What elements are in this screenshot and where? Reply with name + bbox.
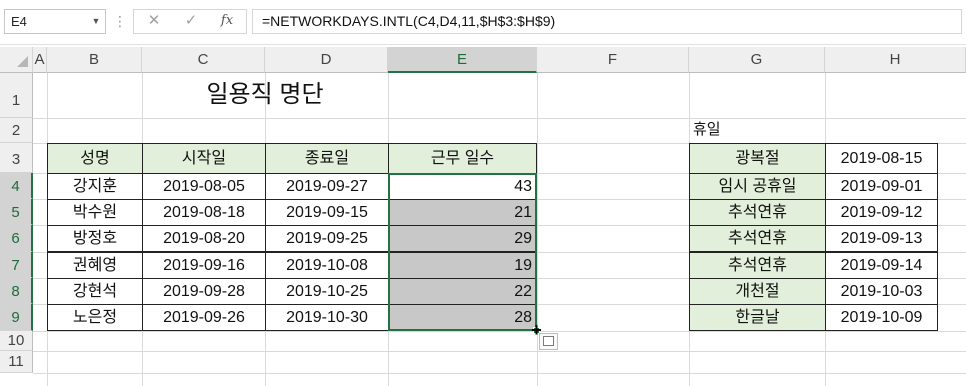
gridline xyxy=(33,331,966,332)
row-header-2[interactable]: 2 xyxy=(0,118,33,143)
holiday-date-cell[interactable]: 2019-09-12 xyxy=(825,199,938,226)
column-header-h[interactable]: H xyxy=(825,47,966,73)
cell-end[interactable]: 2019-10-30 xyxy=(265,304,389,331)
cell-end[interactable]: 2019-09-25 xyxy=(265,225,389,252)
column-header-a[interactable]: A xyxy=(33,47,47,73)
column-header-b[interactable]: B xyxy=(47,47,142,73)
row-header-6[interactable]: 6 xyxy=(0,225,33,252)
gridline xyxy=(33,118,966,119)
select-all-triangle-icon xyxy=(17,56,28,67)
sheet-title[interactable]: 일용직 명단 xyxy=(142,78,388,112)
gridline xyxy=(33,373,966,374)
cell-end[interactable]: 2019-09-15 xyxy=(265,199,389,226)
gridline xyxy=(33,351,966,352)
drag-handle-icon[interactable]: ⋮ xyxy=(113,12,127,32)
holiday-name-cell[interactable]: 추석연휴 xyxy=(689,225,826,252)
header-cell-name[interactable]: 성명 xyxy=(47,143,143,174)
column-header-g[interactable]: G xyxy=(689,47,825,73)
row-header-4[interactable]: 4 xyxy=(0,173,33,199)
holiday-date-cell[interactable]: 2019-09-01 xyxy=(825,173,938,200)
header-cell-end[interactable]: 종료일 xyxy=(265,143,389,174)
chevron-down-icon[interactable]: ▼ xyxy=(88,9,104,34)
cell-start[interactable]: 2019-09-16 xyxy=(142,252,266,279)
holiday-date-cell[interactable]: 2019-10-03 xyxy=(825,278,938,305)
cell-start[interactable]: 2019-09-26 xyxy=(142,304,266,331)
cell-start[interactable]: 2019-08-18 xyxy=(142,199,266,226)
holiday-label[interactable]: 휴일 xyxy=(690,118,790,142)
holiday-date-cell[interactable]: 2019-08-15 xyxy=(825,143,938,174)
cell-name[interactable]: 방정호 xyxy=(47,225,143,252)
check-icon[interactable]: ✓ xyxy=(180,9,202,34)
row-header-11[interactable]: 11 xyxy=(0,351,33,373)
header-cell-days[interactable]: 근무 일수 xyxy=(388,143,537,174)
header-cell-start[interactable]: 시작일 xyxy=(142,143,266,174)
row-header-9[interactable]: 9 xyxy=(0,304,33,331)
column-header-e[interactable]: E xyxy=(388,47,537,73)
row-header-3[interactable]: 3 xyxy=(0,143,33,173)
column-header-d[interactable]: D xyxy=(265,47,388,73)
holiday-name-cell[interactable]: 광복절 xyxy=(689,143,826,174)
cell-end[interactable]: 2019-09-27 xyxy=(265,173,389,200)
close-icon[interactable]: ✕ xyxy=(143,9,165,34)
row-header-5[interactable]: 5 xyxy=(0,199,33,225)
holiday-name-cell[interactable]: 개천절 xyxy=(689,278,826,305)
holiday-name-cell[interactable]: 한글날 xyxy=(689,304,826,331)
row-header-7[interactable]: 7 xyxy=(0,252,33,278)
cell-end[interactable]: 2019-10-08 xyxy=(265,252,389,279)
holiday-name-cell[interactable]: 추석연휴 xyxy=(689,199,826,226)
cell-start[interactable]: 2019-08-20 xyxy=(142,225,266,252)
cell-name[interactable]: 권혜영 xyxy=(47,252,143,279)
cell-start[interactable]: 2019-08-05 xyxy=(142,173,266,200)
cell-end[interactable]: 2019-10-25 xyxy=(265,278,389,305)
formula-input[interactable]: =NETWORKDAYS.INTL(C4,D4,11,$H$3:$H$9) xyxy=(252,9,962,34)
cell-name[interactable]: 박수원 xyxy=(47,199,143,226)
cell-name[interactable]: 강현석 xyxy=(47,278,143,305)
column-header-f[interactable]: F xyxy=(537,47,689,73)
row-header-10[interactable]: 10 xyxy=(0,331,33,351)
selection-border xyxy=(388,173,537,331)
holiday-date-cell[interactable]: 2019-10-09 xyxy=(825,304,938,331)
cell-name[interactable]: 강지훈 xyxy=(47,173,143,200)
row-header-1[interactable]: 1 xyxy=(0,73,33,118)
insert-function-button[interactable]: fx xyxy=(216,9,238,34)
holiday-date-cell[interactable]: 2019-09-13 xyxy=(825,225,938,252)
column-header-c[interactable]: C xyxy=(142,47,265,73)
cell-name[interactable]: 노은정 xyxy=(47,304,143,331)
holiday-name-cell[interactable]: 임시 공휴일 xyxy=(689,173,826,200)
quick-analysis-icon xyxy=(543,336,554,346)
holiday-name-cell[interactable]: 추석연휴 xyxy=(689,252,826,279)
holiday-date-cell[interactable]: 2019-09-14 xyxy=(825,252,938,279)
cell-start[interactable]: 2019-09-28 xyxy=(142,278,266,305)
row-header-8[interactable]: 8 xyxy=(0,278,33,304)
